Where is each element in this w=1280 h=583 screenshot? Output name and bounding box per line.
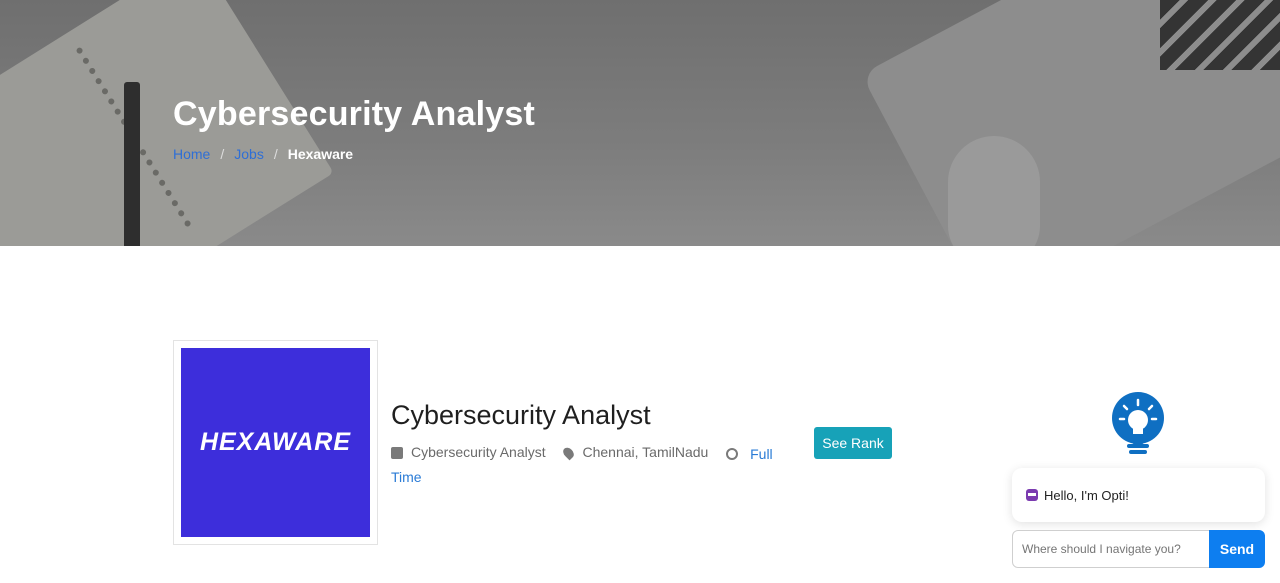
job-location: Chennai, TamilNadu (560, 441, 709, 464)
breadcrumb-jobs[interactable]: Jobs (234, 146, 264, 162)
breadcrumb-home[interactable]: Home (173, 146, 210, 162)
pencil-image (124, 82, 140, 246)
job-role: Cybersecurity Analyst (391, 441, 546, 464)
bot-icon (1026, 489, 1038, 501)
job-title: Cybersecurity Analyst (391, 400, 651, 430)
briefcase-icon (391, 446, 403, 459)
keyboard-image (1160, 0, 1280, 70)
mouse-image (948, 136, 1040, 246)
map-pin-icon (560, 445, 576, 460)
breadcrumb-separator: / (273, 146, 278, 162)
chatbot-greeting-text: Hello, I'm Opti! (1044, 487, 1129, 503)
company-logo-card: HEXAWARE (173, 340, 378, 545)
breadcrumb-current: Hexaware (287, 146, 354, 162)
chatbot-greeting: Hello, I'm Opti! (1012, 468, 1265, 522)
job-location-label: Chennai, TamilNadu (582, 444, 709, 460)
chat-input[interactable] (1012, 530, 1210, 568)
send-button[interactable]: Send (1209, 530, 1265, 568)
company-logo: HEXAWARE (181, 348, 370, 537)
lightbulb-icon[interactable] (1110, 392, 1166, 458)
company-logo-text: HEXAWARE (199, 428, 352, 456)
hero-banner: Cybersecurity Analyst Home / Jobs / Hexa… (0, 0, 1280, 246)
job-role-label: Cybersecurity Analyst (411, 444, 546, 460)
page-title: Cybersecurity Analyst (173, 95, 535, 133)
breadcrumb-separator: / (220, 146, 225, 162)
job-meta: Cybersecurity Analyst Chennai, TamilNadu… (391, 441, 781, 489)
breadcrumb: Home / Jobs / Hexaware (173, 146, 353, 162)
see-rank-button[interactable]: See Rank (814, 427, 892, 459)
clock-icon (726, 447, 739, 460)
